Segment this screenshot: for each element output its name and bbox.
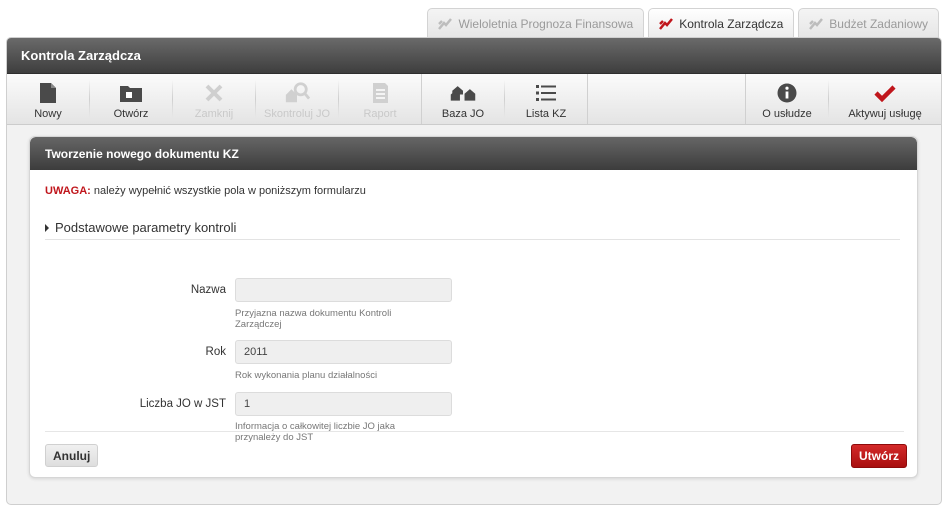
folder-icon <box>118 81 144 105</box>
liczba-label: Liczba JO w JST <box>139 398 226 410</box>
toolbar: Nowy Otwórz Zamknij Skontroluj JO Raport… <box>7 74 941 125</box>
open-label: Otwórz <box>113 108 149 120</box>
module-logo-icon <box>659 17 674 30</box>
report-icon <box>367 81 393 105</box>
section-header[interactable]: Podstawowe parametry kontroli <box>45 216 900 240</box>
check-jo-button[interactable]: Skontroluj JO <box>256 74 338 124</box>
nazwa-hint: Przyjazna nazwa dokumentu Kontroli Zarzą… <box>235 308 392 330</box>
section-title: Podstawowe parametry kontroli <box>55 220 237 235</box>
jo-database-button[interactable]: Baza JO <box>422 74 504 124</box>
rok-label: Rok <box>205 346 226 358</box>
liczba-field[interactable]: 1 <box>235 392 452 416</box>
module-tabs: Wieloletnia Prognoza Finansowa Kontrola … <box>427 8 939 38</box>
check-jo-label: Skontroluj JO <box>263 108 331 120</box>
divider <box>45 431 904 432</box>
tab-budzet-zadaniowy[interactable]: Budżet Zadaniowy <box>798 8 939 38</box>
rok-hint: Rok wykonania planu działalności <box>235 370 378 381</box>
liczba-hint: Informacja o całkowitej liczbie JO jaka … <box>235 421 395 443</box>
new-label: Nowy <box>34 108 62 120</box>
warning-text: należy wypełnić wszystkie pola w poniższ… <box>90 185 366 197</box>
close-label: Zamknij <box>194 108 234 120</box>
close-icon <box>201 81 227 105</box>
jo-database-label: Baza JO <box>441 108 485 120</box>
warning-label: UWAGA: <box>45 185 91 197</box>
activate-service-button[interactable]: Aktywuj usługę <box>829 74 941 124</box>
search-house-icon <box>284 81 310 105</box>
list-icon <box>533 81 559 105</box>
tab-label: Wieloletnia Prognoza Finansowa <box>458 16 634 31</box>
module-logo-icon <box>809 17 824 30</box>
open-button[interactable]: Otwórz <box>90 74 172 124</box>
kz-list-button[interactable]: Lista KZ <box>505 74 587 124</box>
create-button[interactable]: Utwórz <box>851 444 907 468</box>
report-button[interactable]: Raport <box>339 74 421 124</box>
module-logo-icon <box>438 17 453 30</box>
kz-list-label: Lista KZ <box>525 108 567 120</box>
rok-field[interactable]: 2011 <box>235 340 452 364</box>
new-button[interactable]: Nowy <box>7 74 89 124</box>
tab-kontrola-zarzadcza[interactable]: Kontrola Zarządcza <box>648 8 795 38</box>
panel-title: Tworzenie nowego dokumentu KZ <box>30 137 917 170</box>
tab-label: Kontrola Zarządcza <box>679 16 784 31</box>
about-service-label: O usłudze <box>762 108 812 120</box>
report-label: Raport <box>363 108 397 120</box>
close-button[interactable]: Zamknij <box>173 74 255 124</box>
new-document-icon <box>35 81 61 105</box>
info-icon <box>774 81 800 105</box>
checkmark-icon <box>872 81 898 105</box>
nazwa-field[interactable] <box>235 278 452 302</box>
nazwa-label: Nazwa <box>190 284 226 296</box>
tab-wieloletnia-prognoza[interactable]: Wieloletnia Prognoza Finansowa <box>427 8 645 38</box>
caret-right-icon <box>45 223 49 232</box>
window-title: Kontrola Zarządcza <box>7 38 941 74</box>
create-document-panel: Tworzenie nowego dokumentu KZ UWAGA: nal… <box>29 136 918 478</box>
tab-label: Budżet Zadaniowy <box>829 16 928 31</box>
cancel-button[interactable]: Anuluj <box>45 444 99 467</box>
warning-message: UWAGA: należy wypełnić wszystkie pola w … <box>45 185 366 197</box>
main-window: Kontrola Zarządcza Nowy Otwórz Zamknij S… <box>6 37 942 505</box>
houses-icon <box>450 81 476 105</box>
activate-service-label: Aktywuj usługę <box>848 108 922 120</box>
about-service-button[interactable]: O usłudze <box>746 74 828 124</box>
